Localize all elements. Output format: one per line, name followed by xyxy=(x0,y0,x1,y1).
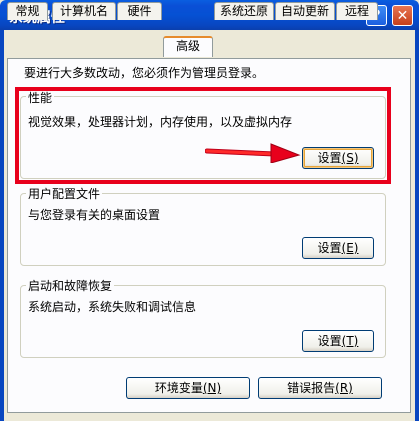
user-profiles-description: 与您登录有关的桌面设置 xyxy=(28,208,161,222)
tab-automatic-updates[interactable]: 自动更新 xyxy=(275,2,335,20)
environment-variables-hotkey: (N) xyxy=(202,381,222,395)
user-profiles-settings-label: 设置 xyxy=(317,241,342,255)
tab-remote[interactable]: 远程 xyxy=(336,2,378,20)
startup-recovery-settings-button[interactable]: 设置(T) xyxy=(302,330,374,352)
tab-computer-name[interactable]: 计算机名 xyxy=(52,2,116,20)
red-arrow-right-icon xyxy=(205,143,301,163)
window-border-left xyxy=(0,30,4,421)
user-profiles-legend: 用户配置文件 xyxy=(26,185,103,202)
startup-recovery-settings-hotkey: (T) xyxy=(341,334,359,348)
tab-general[interactable]: 常规 xyxy=(7,2,48,20)
error-reporting-button[interactable]: 错误报告(R) xyxy=(258,377,382,399)
startup-recovery-description: 系统启动，系统失败和调试信息 xyxy=(28,300,197,314)
tab-system-restore[interactable]: 系统还原 xyxy=(214,2,274,20)
highlight-box xyxy=(15,87,391,184)
admin-notice: 要进行大多数改动，您必须作为管理员登录。 xyxy=(24,66,265,80)
user-profiles-settings-hotkey: (E) xyxy=(341,241,359,255)
startup-recovery-settings-label: 设置 xyxy=(317,334,342,348)
environment-variables-button[interactable]: 环境变量(N) xyxy=(126,377,250,399)
window-border-right xyxy=(415,30,419,421)
environment-variables-label: 环境变量 xyxy=(154,381,203,395)
close-button[interactable]: ✕ xyxy=(392,5,413,26)
error-reporting-label: 错误报告 xyxy=(287,381,336,395)
startup-recovery-legend: 启动和故障恢复 xyxy=(26,277,115,294)
tab-advanced[interactable]: 高级 xyxy=(163,36,213,57)
user-profiles-settings-button[interactable]: 设置(E) xyxy=(302,237,374,259)
tab-hardware[interactable]: 硬件 xyxy=(117,2,162,20)
error-reporting-hotkey: (R) xyxy=(335,381,353,395)
